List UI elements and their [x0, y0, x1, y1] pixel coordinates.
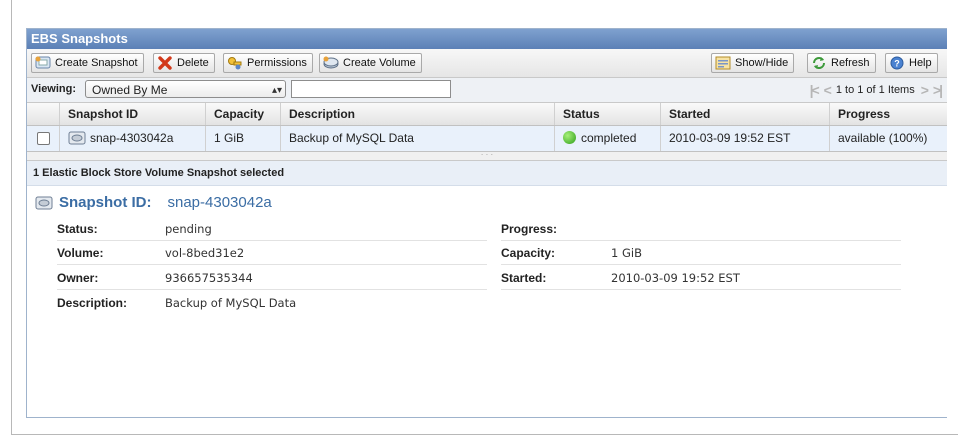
volume-label: Volume: — [57, 246, 104, 260]
table-row[interactable]: snap-4303042a 1 GiB Backup of MySQL Data… — [27, 126, 947, 152]
viewing-label: Viewing: — [31, 83, 77, 95]
create-volume-button[interactable]: Create Volume — [319, 53, 422, 73]
snapshot-detail-icon — [35, 196, 53, 209]
create-snapshot-button[interactable]: Create Snapshot — [31, 53, 144, 73]
status-value: pending — [165, 222, 212, 236]
snapshot-id-value: snap-4303042a — [167, 194, 272, 211]
delete-label: Delete — [177, 57, 209, 69]
row-select-cell — [27, 126, 59, 151]
column-snapshot-id[interactable]: Snapshot ID — [59, 103, 205, 125]
status-label: Status: — [57, 222, 98, 236]
capacity-value: 1 GiB — [611, 246, 642, 260]
cell-snapshot-id: snap-4303042a — [59, 126, 205, 151]
snapshot-id-label: Snapshot ID: — [59, 194, 152, 211]
started-value: 2010-03-09 19:52 EST — [611, 271, 740, 285]
next-page-icon[interactable]: > — [921, 82, 929, 98]
header-select-column — [27, 103, 59, 125]
select-arrows-icon: ▴▾ — [271, 85, 282, 96]
create-volume-label: Create Volume — [343, 57, 416, 69]
status-completed-icon — [563, 131, 576, 144]
delete-x-icon — [157, 56, 173, 70]
row-status: completed — [581, 131, 637, 145]
divider — [501, 240, 901, 241]
pager-text: 1 to 1 of 1 Items — [835, 84, 915, 96]
divider — [501, 289, 901, 290]
viewing-select[interactable]: Owned By Me ▴▾ — [85, 80, 286, 98]
selection-summary: 1 Elastic Block Store Volume Snapshot se… — [27, 161, 947, 186]
create-snapshot-label: Create Snapshot — [55, 57, 138, 69]
toolbar: Create Snapshot Delete Permissions Creat… — [27, 49, 947, 78]
show-hide-button[interactable]: Show/Hide — [711, 53, 795, 73]
cell-started: 2010-03-09 19:52 EST — [660, 126, 829, 151]
viewing-selected-value: Owned By Me — [92, 83, 168, 97]
volume-value: vol-8bed31e2 — [165, 246, 245, 260]
table-header: Snapshot ID Capacity Description Status … — [27, 103, 947, 126]
row-checkbox[interactable] — [37, 132, 50, 145]
pager: |< < 1 to 1 of 1 Items > >| — [810, 82, 943, 98]
first-page-icon[interactable]: |< — [810, 82, 820, 98]
show-hide-label: Show/Hide — [735, 57, 789, 69]
key-users-icon — [227, 56, 243, 70]
owner-value: 936657535344 — [165, 271, 253, 285]
row-snapshot-id: snap-4303042a — [90, 131, 174, 145]
delete-button[interactable]: Delete — [153, 53, 215, 73]
progress-label: Progress: — [501, 222, 558, 236]
column-status[interactable]: Status — [554, 103, 660, 125]
column-description[interactable]: Description — [280, 103, 554, 125]
panel-title: EBS Snapshots — [27, 29, 947, 49]
permissions-button[interactable]: Permissions — [223, 53, 313, 73]
help-button[interactable]: ? Help — [885, 53, 938, 73]
previous-page-icon[interactable]: < — [824, 82, 832, 98]
show-hide-icon — [715, 56, 731, 70]
ebs-snapshots-panel: EBS Snapshots Create Snapshot Delete Per… — [26, 28, 947, 418]
svg-text:?: ? — [894, 59, 900, 69]
divider — [57, 289, 487, 290]
started-label: Started: — [501, 271, 547, 285]
divider — [501, 264, 901, 265]
create-snapshot-icon — [35, 56, 51, 70]
help-icon: ? — [889, 56, 905, 70]
cell-description: Backup of MySQL Data — [280, 126, 554, 151]
owner-label: Owner: — [57, 271, 99, 285]
filter-bar: Viewing: Owned By Me ▴▾ |< < 1 to 1 of 1… — [27, 78, 947, 103]
snapshot-details: Snapshot ID: snap-4303042a Status: pendi… — [27, 186, 947, 417]
help-label: Help — [909, 57, 932, 69]
cell-progress: available (100%) — [829, 126, 947, 151]
column-started[interactable]: Started — [660, 103, 829, 125]
refresh-icon — [811, 56, 827, 70]
description-value: Backup of MySQL Data — [165, 296, 297, 310]
description-label: Description: — [57, 296, 128, 310]
refresh-label: Refresh — [831, 57, 870, 69]
create-volume-icon — [323, 56, 339, 70]
divider — [57, 240, 487, 241]
column-capacity[interactable]: Capacity — [205, 103, 280, 125]
capacity-label: Capacity: — [501, 246, 556, 260]
pane-splitter[interactable]: · · · — [27, 151, 947, 161]
last-page-icon[interactable]: >| — [933, 82, 943, 98]
snapshot-icon — [68, 129, 86, 154]
cell-status: completed — [554, 126, 660, 151]
column-progress[interactable]: Progress — [829, 103, 947, 125]
refresh-button[interactable]: Refresh — [807, 53, 876, 73]
snapshot-id-heading: Snapshot ID: snap-4303042a — [35, 194, 272, 211]
permissions-label: Permissions — [247, 57, 307, 69]
filter-search-input[interactable] — [291, 80, 451, 98]
cell-capacity: 1 GiB — [205, 126, 280, 151]
divider — [57, 264, 487, 265]
